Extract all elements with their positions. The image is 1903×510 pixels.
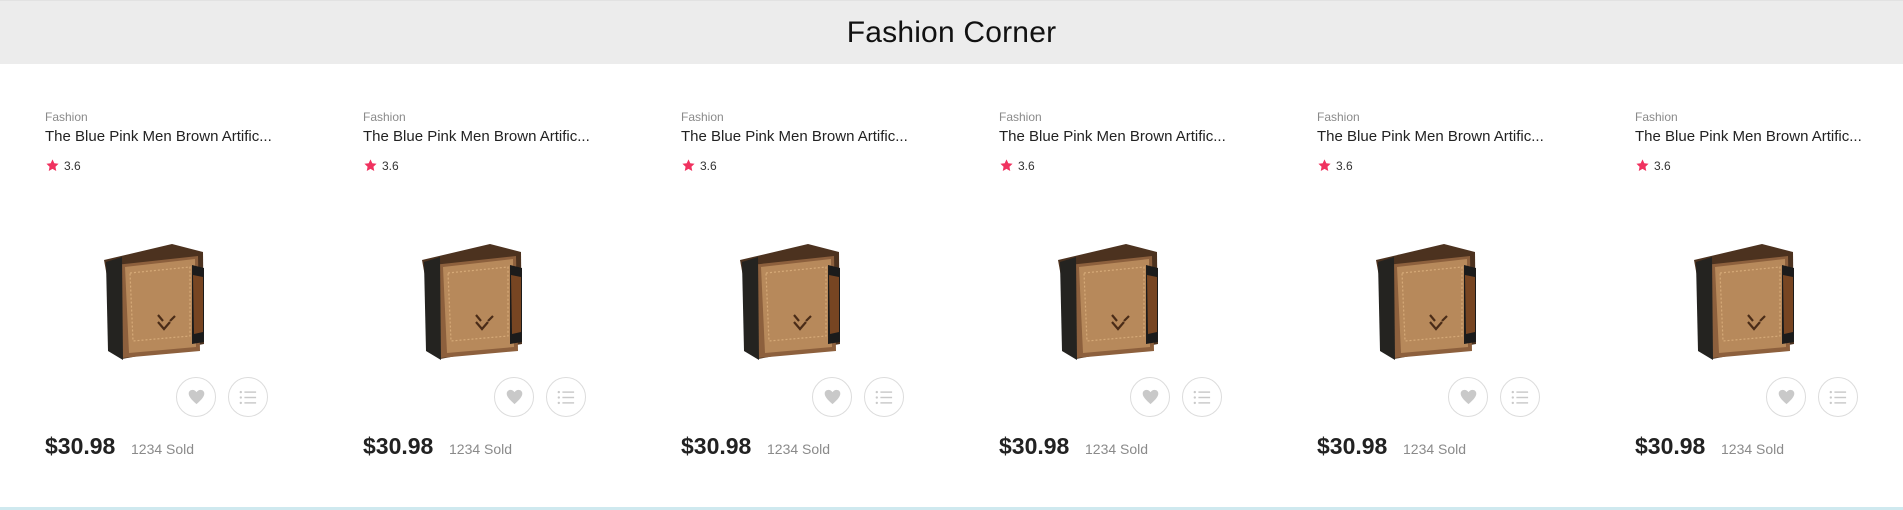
wallet-image[interactable] [100, 240, 220, 362]
star-icon [682, 159, 695, 171]
product-category[interactable]: Fashion [1635, 110, 1678, 124]
product-card[interactable]: Fashion The Blue Pink Men Brown Artific.… [1272, 64, 1572, 507]
product-card[interactable]: Fashion The Blue Pink Men Brown Artific.… [1590, 64, 1890, 507]
section-title: Fashion Corner [846, 15, 1057, 49]
rating-value: 3.6 [382, 158, 399, 173]
product-price: $30.98 [1317, 433, 1388, 459]
list-icon [239, 390, 257, 404]
product-title[interactable]: The Blue Pink Men Brown Artific... [1635, 128, 1865, 145]
star-icon [46, 159, 59, 171]
wallet-image[interactable] [418, 240, 538, 362]
star-icon [1636, 159, 1649, 171]
rating-value: 3.6 [1654, 158, 1671, 173]
list-icon [1511, 390, 1529, 404]
compare-button[interactable] [864, 377, 904, 417]
wishlist-button[interactable] [1130, 377, 1170, 417]
star-icon [1318, 159, 1331, 171]
product-title[interactable]: The Blue Pink Men Brown Artific... [1317, 128, 1547, 145]
compare-button[interactable] [1500, 377, 1540, 417]
product-price: $30.98 [1635, 433, 1706, 459]
rating-value: 3.6 [1336, 158, 1353, 173]
compare-button[interactable] [228, 377, 268, 417]
heart-icon [506, 389, 522, 405]
product-category[interactable]: Fashion [45, 110, 88, 124]
rating-value: 3.6 [64, 158, 81, 173]
product-category[interactable]: Fashion [363, 110, 406, 124]
sold-count: 1234 Sold [1721, 441, 1785, 457]
wishlist-button[interactable] [812, 377, 852, 417]
product-rating: 3.6 [45, 158, 81, 173]
product-price: $30.98 [363, 433, 434, 459]
wishlist-button[interactable] [1766, 377, 1806, 417]
compare-button[interactable] [1818, 377, 1858, 417]
product-rating: 3.6 [1317, 158, 1353, 173]
heart-icon [1460, 389, 1476, 405]
star-icon [364, 159, 377, 171]
product-rating: 3.6 [1635, 158, 1671, 173]
heart-icon [1142, 389, 1158, 405]
product-title[interactable]: The Blue Pink Men Brown Artific... [999, 128, 1229, 145]
sold-count: 1234 Sold [449, 441, 513, 457]
rating-value: 3.6 [1018, 158, 1035, 173]
list-icon [1829, 390, 1847, 404]
product-title[interactable]: The Blue Pink Men Brown Artific... [363, 128, 593, 145]
heart-icon [1778, 389, 1794, 405]
wallet-image[interactable] [1372, 240, 1492, 362]
sold-count: 1234 Sold [767, 441, 831, 457]
product-rating: 3.6 [363, 158, 399, 173]
list-icon [557, 390, 575, 404]
product-price: $30.98 [681, 433, 752, 459]
list-icon [875, 390, 893, 404]
product-category[interactable]: Fashion [1317, 110, 1360, 124]
heart-icon [824, 389, 840, 405]
product-price: $30.98 [999, 433, 1070, 459]
product-card[interactable]: Fashion The Blue Pink Men Brown Artific.… [318, 64, 618, 507]
compare-button[interactable] [546, 377, 586, 417]
product-rating: 3.6 [681, 158, 717, 173]
wallet-image[interactable] [1054, 240, 1174, 362]
product-price: $30.98 [45, 433, 116, 459]
product-rating: 3.6 [999, 158, 1035, 173]
compare-button[interactable] [1182, 377, 1222, 417]
product-title[interactable]: The Blue Pink Men Brown Artific... [681, 128, 911, 145]
product-grid: Fashion The Blue Pink Men Brown Artific.… [0, 64, 1903, 507]
wishlist-button[interactable] [494, 377, 534, 417]
rating-value: 3.6 [700, 158, 717, 173]
section-header: Fashion Corner [0, 1, 1903, 64]
product-title[interactable]: The Blue Pink Men Brown Artific... [45, 128, 275, 145]
wallet-image[interactable] [736, 240, 856, 362]
product-category[interactable]: Fashion [681, 110, 724, 124]
product-card[interactable]: Fashion The Blue Pink Men Brown Artific.… [636, 64, 936, 507]
product-card[interactable]: Fashion The Blue Pink Men Brown Artific.… [0, 64, 300, 507]
list-icon [1193, 390, 1211, 404]
star-icon [1000, 159, 1013, 171]
sold-count: 1234 Sold [1085, 441, 1149, 457]
wishlist-button[interactable] [176, 377, 216, 417]
fashion-corner-page: Fashion Corner Fashion The Blue Pink Men… [0, 0, 1903, 510]
sold-count: 1234 Sold [1403, 441, 1467, 457]
sold-count: 1234 Sold [131, 441, 195, 457]
product-category[interactable]: Fashion [999, 110, 1042, 124]
wishlist-button[interactable] [1448, 377, 1488, 417]
wallet-image[interactable] [1690, 240, 1810, 362]
product-card[interactable]: Fashion The Blue Pink Men Brown Artific.… [954, 64, 1254, 507]
heart-icon [188, 389, 204, 405]
